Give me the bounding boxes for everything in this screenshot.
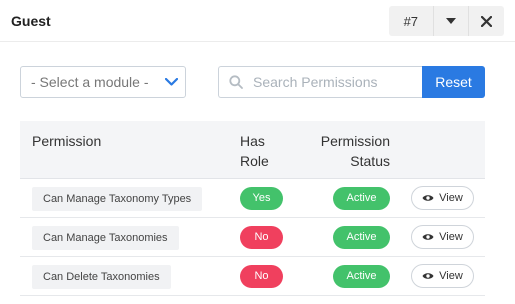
table-row: Can Manage Taxonomy Types Yes Active Vie…	[20, 179, 485, 218]
caret-down-icon	[445, 18, 456, 24]
status-badge: Active	[333, 226, 390, 249]
view-button[interactable]: View	[411, 264, 474, 288]
view-button[interactable]: View	[411, 186, 474, 210]
module-select-value: - Select a module -	[31, 74, 149, 90]
permission-name: Can Delete Taxonomies	[32, 265, 171, 289]
search-field	[218, 66, 422, 98]
page-title: Guest	[11, 13, 51, 29]
permission-name: Can Manage Taxonomies	[32, 226, 179, 250]
column-header-has-role: Has Role	[240, 133, 269, 169]
search-input[interactable]	[253, 74, 413, 90]
dropdown-button[interactable]	[434, 6, 469, 36]
eye-icon	[422, 194, 434, 202]
view-button-label: View	[439, 192, 463, 204]
reset-button[interactable]: Reset	[422, 66, 485, 98]
view-button-label: View	[439, 231, 463, 243]
modal-header: Guest #7	[0, 0, 515, 42]
close-icon	[481, 15, 493, 27]
has-role-badge: Yes	[240, 187, 283, 210]
eye-icon	[422, 233, 434, 241]
record-number: #7	[403, 13, 419, 29]
column-header-permission: Permission	[32, 133, 102, 149]
header-controls: #7	[389, 6, 504, 36]
column-header-permission-status: Permission Status	[320, 133, 390, 169]
status-badge: Active	[333, 265, 390, 288]
eye-icon	[422, 272, 434, 280]
has-role-badge: No	[240, 265, 283, 288]
status-badge: Active	[333, 187, 390, 210]
table-row: Can Manage Taxonomies No Active View	[20, 218, 485, 257]
has-role-badge: No	[240, 226, 283, 249]
permission-name: Can Manage Taxonomy Types	[32, 187, 203, 211]
table-header: Permission Has Role Permission Status	[20, 121, 485, 179]
table-row: Can Delete Taxonomies No Active View	[20, 257, 485, 296]
close-button[interactable]	[469, 6, 504, 36]
module-select[interactable]: - Select a module -	[20, 66, 186, 98]
view-button[interactable]: View	[411, 225, 474, 249]
chevron-down-icon	[157, 78, 185, 86]
search-icon	[219, 75, 253, 89]
view-button-label: View	[439, 270, 463, 282]
